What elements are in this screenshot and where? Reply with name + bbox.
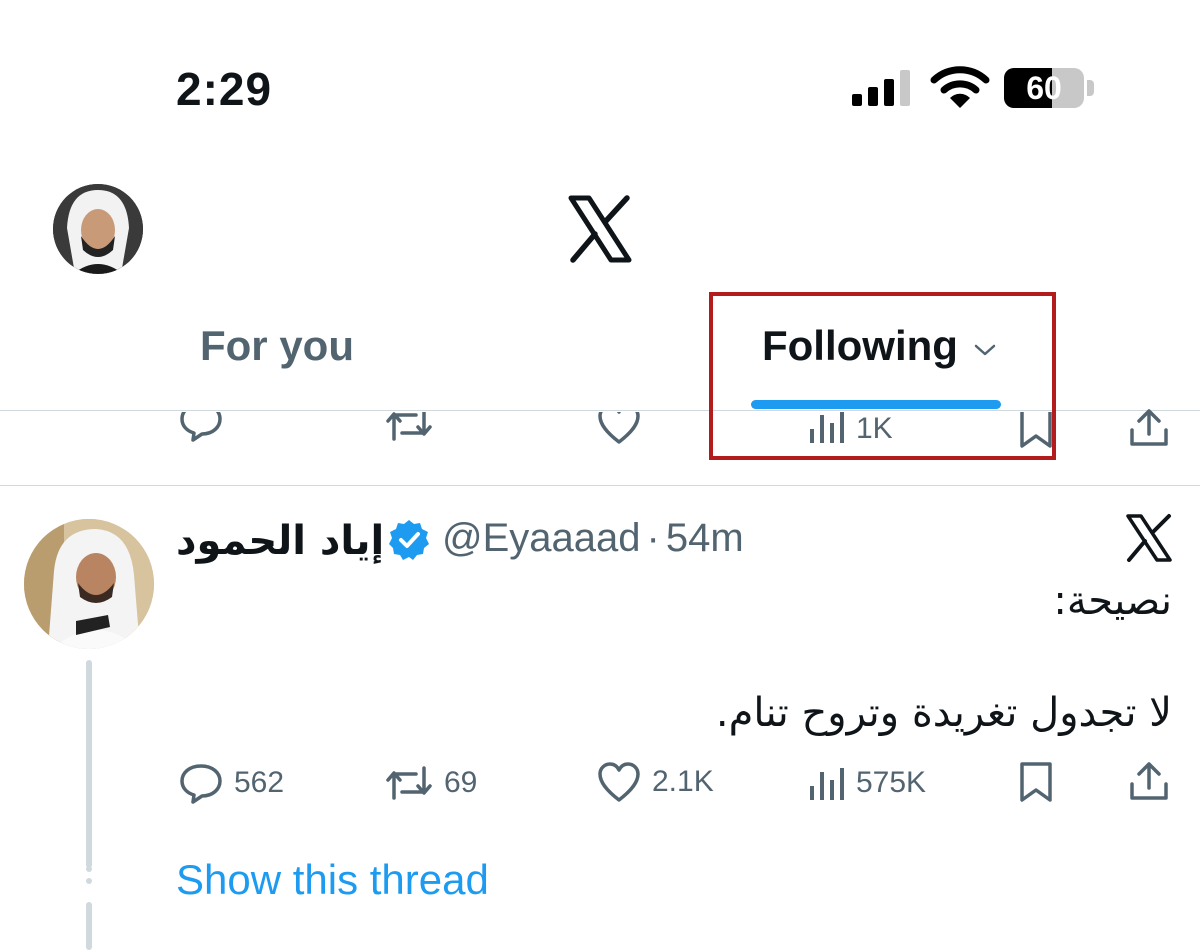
views-button[interactable]: 575K [808, 764, 926, 802]
heart-icon [598, 762, 640, 802]
share-icon [1130, 409, 1168, 446]
tweet-time[interactable]: 54m [666, 516, 744, 560]
tweet-text-line-2: لا تجدول تغريدة وتروح تنام. [715, 690, 1172, 736]
status-time: 2:29 [176, 63, 273, 115]
author-name[interactable]: إياد الحمود [176, 518, 384, 564]
author-meta: @Eyaaaad · 54m [442, 516, 744, 561]
bookmark-button[interactable] [1018, 760, 1054, 804]
views-count: 575K [856, 766, 927, 799]
repost-count: 69 [444, 766, 478, 799]
wifi-icon [930, 66, 990, 108]
prev-repost-button[interactable] [384, 412, 434, 446]
reply-button[interactable]: 562 [178, 760, 284, 806]
x-logo-icon [1126, 514, 1172, 562]
views-icon [810, 768, 844, 800]
like-count: 2.1K [652, 765, 714, 798]
bookmark-icon [1020, 762, 1052, 802]
thread-line-continued [86, 902, 92, 950]
prev-reply-button[interactable] [178, 412, 224, 444]
annotation-highlight-box [709, 292, 1056, 460]
author-handle[interactable]: @Eyaaaad [442, 516, 641, 560]
tab-for-you[interactable]: For you [200, 322, 354, 370]
reply-count: 562 [234, 766, 285, 799]
battery-level: 60 [1026, 70, 1062, 106]
battery-icon: 60 [1004, 68, 1096, 108]
share-icon [1130, 762, 1168, 800]
tweet-divider [0, 485, 1200, 486]
author-avatar[interactable] [24, 519, 154, 649]
like-button[interactable]: 2.1K [596, 760, 714, 804]
reply-icon [180, 764, 222, 804]
repost-icon [386, 412, 432, 441]
reply-icon [180, 412, 222, 442]
meta-separator: · [646, 516, 660, 560]
heart-icon [598, 412, 640, 444]
thread-gap-dots [86, 866, 92, 896]
repost-button[interactable]: 69 [384, 760, 477, 806]
verified-badge-icon [389, 520, 429, 560]
tweet-text-line-1: نصيحة: [1053, 578, 1172, 624]
profile-avatar[interactable] [53, 184, 143, 274]
prev-like-button[interactable] [596, 412, 642, 446]
thread-line [86, 660, 92, 868]
signal-icon [852, 70, 910, 106]
repost-icon [386, 766, 432, 800]
x-logo[interactable] [565, 194, 635, 264]
share-button[interactable] [1128, 760, 1170, 802]
prev-share-button[interactable] [1128, 408, 1170, 448]
show-thread-link[interactable]: Show this thread [176, 856, 489, 904]
